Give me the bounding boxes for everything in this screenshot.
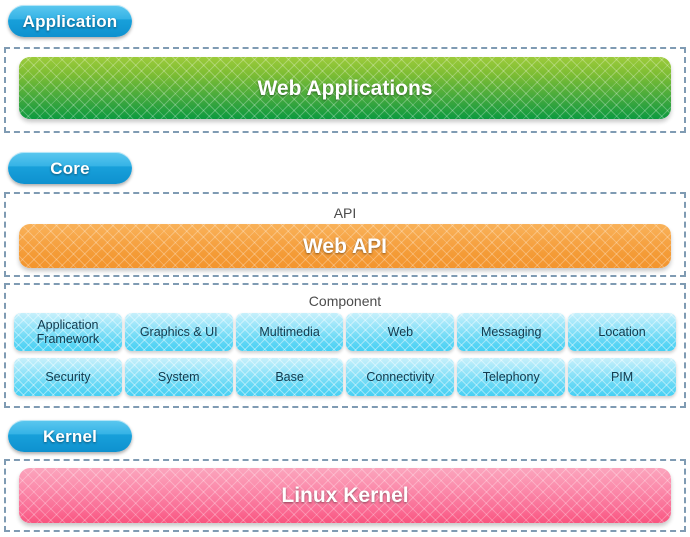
component-row-top: Application Framework Graphics & UI Multi… [14,313,676,351]
component-tile-label: Security [45,369,91,384]
component-tile-base[interactable]: Base [235,358,344,396]
component-tile-connectivity[interactable]: Connectivity [346,358,455,396]
component-tile-pim[interactable]: PIM [568,358,676,396]
component-tile-messaging[interactable]: Messaging [457,313,566,351]
layer-pill-core-label: Core [50,158,90,178]
component-tile-security[interactable]: Security [14,358,122,396]
layer-pill-core[interactable]: Core [8,152,132,184]
component-tile-label: Base [275,369,304,384]
component-tile-label: Connectivity [366,369,435,384]
layer-pill-application-label: Application [22,11,118,31]
component-tile-label: Web [387,324,414,339]
component-tile-location[interactable]: Location [568,313,676,351]
component-tile-telephony[interactable]: Telephony [457,358,566,396]
component-tile-label: Messaging [481,324,542,339]
component-tile-label: Location [598,324,646,339]
component-caption: Component [308,293,382,309]
web-api-label: Web API [302,234,387,258]
component-tile-label: Telephony [482,369,540,384]
layer-pill-kernel[interactable]: Kernel [8,420,132,452]
component-row-bottom: Security System Base Connectivity Teleph… [14,358,676,396]
component-tile-multimedia[interactable]: Multimedia [235,313,344,351]
web-api-bar[interactable]: Web API [19,224,671,268]
component-tile-web[interactable]: Web [346,313,455,351]
layer-pill-kernel-label: Kernel [42,426,98,446]
component-tile-graphics-ui[interactable]: Graphics & UI [124,313,233,351]
component-tile-system[interactable]: System [124,358,233,396]
component-tile-label: Application Framework [36,317,100,346]
web-applications-label: Web Applications [257,76,433,100]
component-tile-label: PIM [610,369,634,384]
linux-kernel-bar[interactable]: Linux Kernel [19,468,671,523]
component-tile-label: Multimedia [259,324,320,339]
web-applications-bar[interactable]: Web Applications [19,57,671,119]
component-tile-label: System [157,369,200,384]
layer-pill-application[interactable]: Application [8,5,132,37]
api-caption: API [333,205,357,221]
component-tile-application-framework[interactable]: Application Framework [14,313,122,351]
component-tile-label: Graphics & UI [139,324,218,339]
linux-kernel-label: Linux Kernel [281,484,409,507]
